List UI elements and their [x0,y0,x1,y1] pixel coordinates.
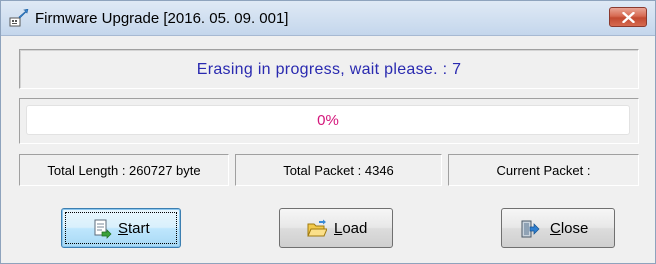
start-mnemonic: S [118,220,129,237]
start-button[interactable]: Start [61,208,181,248]
load-button-label: Load [334,220,367,237]
total-length-label: Total Length : 260727 byte [47,163,201,178]
current-packet-label: Current Packet : [496,163,591,178]
status-panel: Erasing in progress, wait please. : 7 [19,49,639,89]
document-arrow-icon [94,219,112,239]
close-button[interactable]: Close [501,208,615,248]
progress-percent: 0% [317,112,339,129]
total-packet-box: Total Packet : 4346 [235,154,442,186]
start-label-rest: tart [128,220,150,237]
close-x-icon [622,12,635,23]
load-label-rest: oad [342,220,368,237]
total-packet-label: Total Packet : 4346 [283,163,394,178]
window-title: Firmware Upgrade [2016. 05. 09. 001] [35,10,289,27]
firmware-upgrade-window: Firmware Upgrade [2016. 05. 09. 001] Era… [0,0,656,264]
exit-door-icon [521,220,540,238]
start-button-label: Start [118,220,150,237]
open-folder-icon [307,219,327,237]
firmware-upgrade-icon [9,9,29,27]
close-mnemonic: C [550,220,561,237]
status-message: Erasing in progress, wait please. : 7 [196,61,462,78]
current-packet-box: Current Packet : [448,154,639,186]
load-button[interactable]: Load [279,208,393,248]
progress-bar: 0% [26,105,630,135]
total-length-box: Total Length : 260727 byte [19,154,229,186]
title-bar[interactable]: Firmware Upgrade [2016. 05. 09. 001] [1,1,655,36]
close-button-label: Close [550,220,588,237]
progress-panel: 0% [19,98,639,144]
window-close-button[interactable] [609,7,647,27]
close-label-rest: lose [560,220,589,237]
